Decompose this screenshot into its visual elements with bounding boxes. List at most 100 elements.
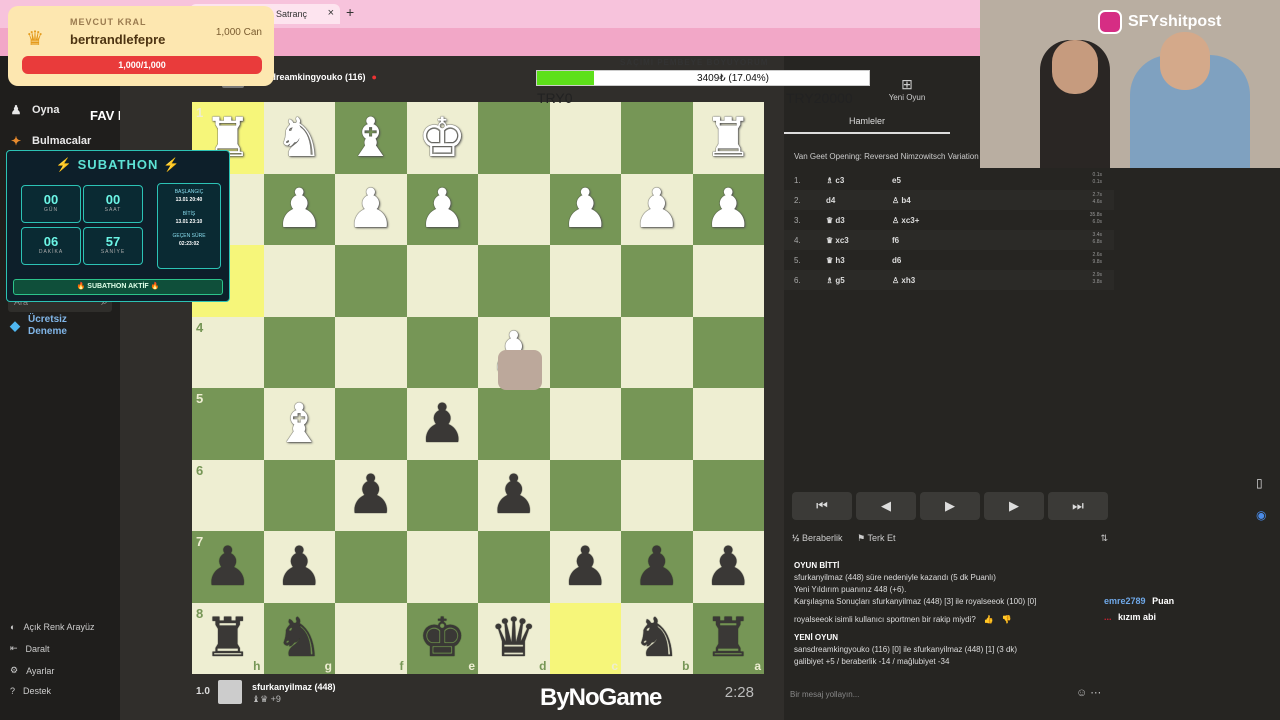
new-tab-icon[interactable]: + (346, 4, 354, 20)
white-king-icon[interactable]: ♚ (418, 110, 466, 165)
tab-moves[interactable]: Hamleler (784, 116, 950, 134)
draw-button[interactable]: Beraberlik (802, 533, 843, 543)
board-square[interactable] (478, 102, 550, 174)
white-pawn-icon[interactable]: ♟ (347, 182, 395, 236)
white-move[interactable]: ♛ xc3 (826, 236, 849, 245)
board-square[interactable] (621, 388, 693, 460)
white-rook-icon[interactable]: ♜ (704, 110, 752, 165)
board-square[interactable] (406, 316, 478, 388)
black-move[interactable]: e5 (892, 176, 901, 185)
emoji-icon[interactable]: ☺ (1076, 687, 1087, 699)
board-square[interactable] (478, 531, 550, 603)
board-square[interactable]: ♟ (406, 173, 478, 245)
board-square[interactable]: ♟ (549, 531, 621, 603)
board-square[interactable]: ♟ (692, 531, 764, 603)
white-move[interactable]: ♛ h3 (826, 256, 845, 265)
black-move[interactable]: f6 (892, 236, 899, 245)
board-square[interactable]: ♚ (406, 102, 478, 174)
black-knight-icon[interactable]: ♞ (275, 611, 323, 665)
board-square[interactable]: ♟ (692, 173, 764, 245)
board-square[interactable] (549, 316, 621, 388)
board-square[interactable]: 5 (192, 388, 264, 460)
sidebar-item-puzzles[interactable]: ✦ Bulmacalar (8, 133, 91, 149)
board-square[interactable] (549, 245, 621, 317)
white-move[interactable]: ♛ d3 (826, 216, 845, 225)
board-square[interactable] (478, 173, 550, 245)
black-move[interactable]: d6 (892, 256, 901, 265)
sidebar-item-support[interactable]: ? Destek (10, 686, 51, 696)
board-square[interactable] (621, 459, 693, 531)
black-pawn-icon[interactable]: ♟ (490, 468, 538, 522)
board-square[interactable]: e ♚ (406, 602, 478, 674)
prev-move-icon[interactable]: ◀ (856, 492, 916, 520)
sidebar-item-play[interactable]: ♟ Oyna (8, 102, 60, 118)
black-pawn-icon[interactable]: ♟ (561, 539, 609, 594)
board-square[interactable]: 6 (192, 459, 264, 531)
thumbs-up-icon[interactable]: 👍 (984, 614, 994, 626)
resign-button[interactable]: Terk Et (868, 533, 896, 543)
board-square[interactable] (263, 245, 335, 317)
white-knight-icon[interactable]: ♞ (275, 110, 323, 165)
board-square[interactable] (692, 316, 764, 388)
board-square[interactable]: a ♜ (692, 602, 764, 674)
move-row[interactable]: 6. ♗ g5 ♙ xh3 2.9s 3.8s (784, 270, 1114, 290)
move-row[interactable]: 3. ♛ d3 ♙ xc3+ 35.8s 6.0s (784, 210, 1114, 230)
board-square[interactable]: f (335, 602, 407, 674)
board-square[interactable]: b ♞ (621, 602, 693, 674)
black-pawn-icon[interactable]: ♟ (204, 539, 252, 594)
board-square[interactable] (478, 388, 550, 460)
board-square[interactable]: g ♞ (263, 602, 335, 674)
thumbs-down-icon[interactable]: 👎 (1002, 614, 1012, 626)
black-queen-icon[interactable]: ♛ (490, 611, 538, 665)
board-square[interactable]: 4 (192, 316, 264, 388)
board-square[interactable]: ♟ (621, 173, 693, 245)
chess-board[interactable]: 1♜♞♝♚♜2♟♟♟♟♟♟34♟5♝♟6♟♟7♟♟♟♟♟8h♜g♞fe♚d♛cb… (192, 102, 764, 674)
white-pawn-icon[interactable]: ♟ (275, 182, 323, 236)
board-square[interactable]: ♟ (549, 173, 621, 245)
board-square[interactable] (406, 245, 478, 317)
white-bishop-icon[interactable]: ♝ (275, 396, 323, 451)
board-square[interactable]: ♟ (621, 531, 693, 603)
sidebar-item-light-theme[interactable]: ◐ Açık Renk Arayüz (10, 622, 94, 632)
board-square[interactable]: ♝ (263, 388, 335, 460)
sidebar-item-settings[interactable]: ⚙ Ayarlar (10, 665, 54, 676)
play-icon[interactable]: ▶ (920, 492, 980, 520)
board-square[interactable] (621, 102, 693, 174)
board-square[interactable] (621, 316, 693, 388)
move-row[interactable]: 2. d4 ♙ b4 2.7s 4.6s (784, 190, 1114, 210)
board-square[interactable]: ♜ (692, 102, 764, 174)
board-square[interactable] (549, 102, 621, 174)
board-square[interactable]: c (549, 602, 621, 674)
board-square[interactable]: ♟ (406, 388, 478, 460)
white-pawn-icon[interactable]: ♟ (704, 182, 752, 236)
black-pawn-icon[interactable]: ♟ (275, 539, 323, 594)
white-move[interactable]: ♗ c3 (826, 176, 844, 185)
black-rook-icon[interactable]: ♜ (704, 611, 752, 665)
flip-board-icon[interactable]: ⇅ (1100, 533, 1108, 544)
board-square[interactable]: ♝ (335, 102, 407, 174)
new-game-tab[interactable]: ⊞ Yeni Oyun (872, 76, 942, 102)
black-move[interactable]: ♙ b4 (892, 196, 911, 205)
move-row[interactable]: 4. ♛ xc3 f6 3.4s 6.8s (784, 230, 1114, 250)
tab-close-icon[interactable]: × (328, 7, 334, 19)
board-square[interactable]: ♟ (263, 531, 335, 603)
black-king-icon[interactable]: ♚ (418, 611, 466, 665)
board-square[interactable] (478, 245, 550, 317)
black-move[interactable]: ♙ xh3 (892, 276, 915, 285)
white-move[interactable]: d4 (826, 196, 835, 205)
bottom-player-name[interactable]: sfurkanyilmaz (448) (252, 682, 336, 692)
board-square[interactable] (549, 388, 621, 460)
board-square[interactable]: ♟ (335, 459, 407, 531)
black-move[interactable]: ♙ xc3+ (892, 216, 919, 225)
board-square[interactable] (406, 531, 478, 603)
board-square[interactable] (621, 245, 693, 317)
globe-icon[interactable]: ◉ (1256, 508, 1266, 522)
move-row[interactable]: 5. ♛ h3 d6 2.6s 9.8s (784, 250, 1114, 270)
black-rook-icon[interactable]: ♜ (204, 611, 252, 665)
board-square[interactable] (406, 459, 478, 531)
board-square[interactable]: d ♛ (478, 602, 550, 674)
white-pawn-icon[interactable]: ♟ (561, 182, 609, 236)
board-square[interactable] (692, 459, 764, 531)
sidebar-item-collapse[interactable]: ⇤ Daralt (10, 643, 50, 654)
board-square[interactable]: 8 h ♜ (192, 602, 264, 674)
